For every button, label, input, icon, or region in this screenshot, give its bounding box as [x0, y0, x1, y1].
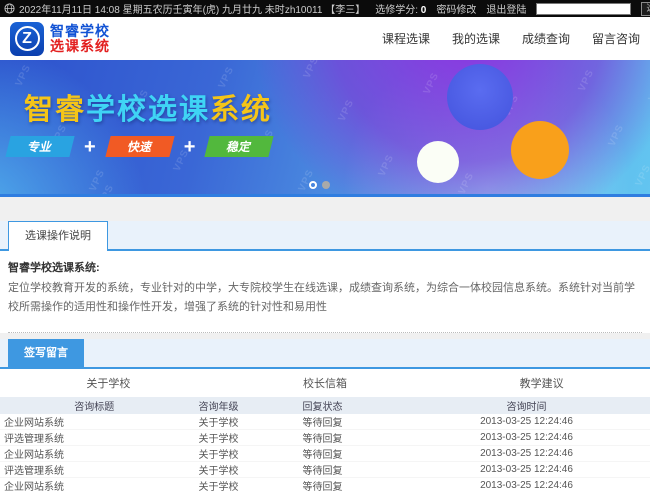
message-tabbar: 签写留言: [0, 338, 650, 369]
col-header-grade: 咨询年级: [198, 401, 239, 413]
vps-watermark-text: VPS: [606, 122, 627, 149]
instructions-heading: 智睿学校选课系统:: [8, 262, 100, 274]
cell-status: 等待回复: [292, 445, 403, 462]
hero-badges: 专业 + 快速 + 稳定: [5, 135, 274, 158]
carousel-dot-active[interactable]: [309, 181, 317, 189]
banner-circle-white: [417, 141, 459, 183]
logo-icon: Z: [10, 21, 44, 56]
top-bar: 2022年11月11日 14:08 星期五农历壬寅年(虎) 九月廿九 未时 zh…: [0, 0, 650, 17]
cell-time: 2013-03-25 12:24:46: [403, 413, 650, 430]
cell-grade: 关于学校: [188, 461, 293, 478]
cell-time: 2013-03-25 12:24:46: [403, 445, 650, 462]
message-table: 咨询标题 咨询年级 回复状态 咨询时间 企业网站系统 关于学校 等待回复 201…: [0, 396, 650, 493]
plus-icon: +: [183, 135, 196, 158]
hero-title: 智睿学校选课系统: [24, 86, 272, 128]
banner-circle-orange: [511, 121, 569, 179]
vps-watermark-text: VPS: [576, 67, 597, 94]
instructions-text: 定位学校教育开发的系统，专业针对的中学，大专院校学生在线选课，成绩查询系统，为综…: [8, 282, 635, 314]
cell-status: 等待回复: [292, 413, 403, 430]
logo-letter: Z: [14, 26, 40, 51]
nav-item-course-select[interactable]: 课程选课: [382, 30, 430, 47]
nav-item-messages[interactable]: 留言咨询: [592, 30, 640, 47]
datetime-text: 2022年11月11日 14:08 星期五农历壬寅年(虎) 九月廿九 未时: [19, 5, 285, 16]
carousel-dots: [309, 181, 330, 189]
vps-watermark-text: VPS: [336, 97, 357, 124]
cell-grade: 关于学校: [188, 477, 293, 493]
dotted-separator: [8, 331, 642, 333]
brand-line1: 智睿学校: [50, 22, 110, 39]
credits-label: 选修学分:: [375, 5, 418, 16]
badge-professional: 专业: [5, 136, 75, 157]
course-search-button[interactable]: 选课搜索: [641, 1, 650, 16]
logout-link[interactable]: 退出登陆: [486, 1, 526, 16]
credits-value: 0: [420, 5, 427, 16]
credits-text: 选修学分: 0: [375, 1, 426, 16]
cell-title[interactable]: 企业网站系统: [0, 413, 189, 430]
brand-line2: 选课系统: [50, 37, 110, 54]
cell-status: 等待回复: [292, 477, 403, 493]
course-search-input[interactable]: [536, 2, 632, 15]
brand-text: 智睿学校 选课系统: [50, 24, 110, 53]
site-header: Z 智睿学校 选课系统 课程选课 我的选课 成绩查询 留言咨询: [0, 17, 650, 60]
page: 2022年11月11日 14:08 星期五农历壬寅年(虎) 九月廿九 未时 zh…: [0, 0, 650, 493]
table-row[interactable]: 企业网站系统 关于学校 等待回复 2013-03-25 12:24:46: [0, 477, 650, 493]
carousel-dot[interactable]: [322, 181, 330, 189]
cell-title[interactable]: 评选管理系统: [0, 461, 189, 478]
vps-watermark-text: VPS: [456, 170, 477, 197]
nav-item-grades[interactable]: 成绩查询: [522, 30, 570, 47]
category-principal-mailbox[interactable]: 校长信箱: [217, 375, 434, 391]
cell-status: 等待回复: [292, 461, 403, 478]
col-header-status: 回复状态: [302, 401, 343, 413]
cell-time: 2013-03-25 12:24:46: [403, 477, 650, 493]
tab-write-message[interactable]: 签写留言: [8, 338, 84, 369]
cell-grade: 关于学校: [188, 413, 293, 430]
vps-watermark-text: VPS: [646, 77, 650, 104]
table-row[interactable]: 评选管理系统 关于学校 等待回复 2013-03-25 12:24:46: [0, 461, 650, 478]
category-teaching-advice[interactable]: 教学建议: [433, 375, 650, 391]
table-row[interactable]: 企业网站系统 关于学校 等待回复 2013-03-25 12:24:46: [0, 445, 650, 462]
banner-circle-blue: [447, 64, 513, 130]
main-nav: 课程选课 我的选课 成绩查询 留言咨询: [382, 30, 640, 47]
hero-title-part: 智睿: [24, 94, 87, 126]
col-header-time: 咨询时间: [506, 401, 547, 413]
username-text: zh10011 【李三】: [284, 5, 366, 16]
message-categories: 关于学校 校长信箱 教学建议: [0, 369, 650, 397]
badge-fast: 快速: [105, 136, 175, 157]
badge-stable: 稳定: [204, 136, 274, 157]
category-about-school[interactable]: 关于学校: [0, 375, 217, 391]
vps-watermark-text: VPS: [421, 70, 442, 97]
cell-time: 2013-03-25 12:24:46: [403, 461, 650, 478]
nav-item-my-courses[interactable]: 我的选课: [452, 30, 500, 47]
cell-time: 2013-03-25 12:24:46: [403, 429, 650, 446]
message-board-section: 签写留言 关于学校 校长信箱 教学建议 咨询标题 咨询年级 回复状态 咨询时间 …: [0, 338, 650, 493]
hero-banner: VPS VPS VPS VPS VPS VPS VPS VPS VPS VPS VPS VPS VPS V…: [0, 60, 650, 197]
cell-grade: 关于学校: [188, 445, 293, 462]
vps-watermark-text: VPS: [376, 152, 397, 179]
col-header-title: 咨询标题: [74, 401, 115, 413]
cell-title[interactable]: 企业网站系统: [0, 477, 189, 493]
table-row[interactable]: 企业网站系统 关于学校 等待回复 2013-03-25 12:24:46: [0, 413, 650, 430]
plus-icon: +: [84, 135, 96, 158]
cell-title[interactable]: 评选管理系统: [0, 429, 189, 446]
tab-course-instructions[interactable]: 选课操作说明: [8, 221, 108, 251]
cell-title[interactable]: 企业网站系统: [0, 445, 189, 462]
change-password-link[interactable]: 密码修改: [436, 1, 476, 16]
cell-grade: 关于学校: [188, 429, 293, 446]
brand-logo[interactable]: Z 智睿学校 选课系统: [10, 21, 110, 56]
globe-icon: [4, 3, 15, 14]
instructions-body: 智睿学校选课系统: 定位学校教育开发的系统，专业针对的中学，大专院校学生在线选课…: [0, 251, 650, 324]
instructions-section: 选课操作说明 智睿学校选课系统: 定位学校教育开发的系统，专业针对的中学，大专院…: [0, 221, 650, 333]
vps-watermark-text: VPS: [633, 162, 650, 189]
vps-watermark-text: VPS: [13, 62, 34, 89]
hero-title-part: 系统: [210, 94, 273, 126]
table-header-row: 咨询标题 咨询年级 回复状态 咨询时间: [0, 396, 650, 414]
table-row[interactable]: 评选管理系统 关于学校 等待回复 2013-03-25 12:24:46: [0, 429, 650, 446]
vps-watermark-text: VPS: [301, 60, 322, 81]
hero-title-part: 学校选课: [86, 94, 211, 126]
instructions-tabbar: 选课操作说明: [0, 221, 650, 251]
cell-status: 等待回复: [292, 429, 403, 446]
